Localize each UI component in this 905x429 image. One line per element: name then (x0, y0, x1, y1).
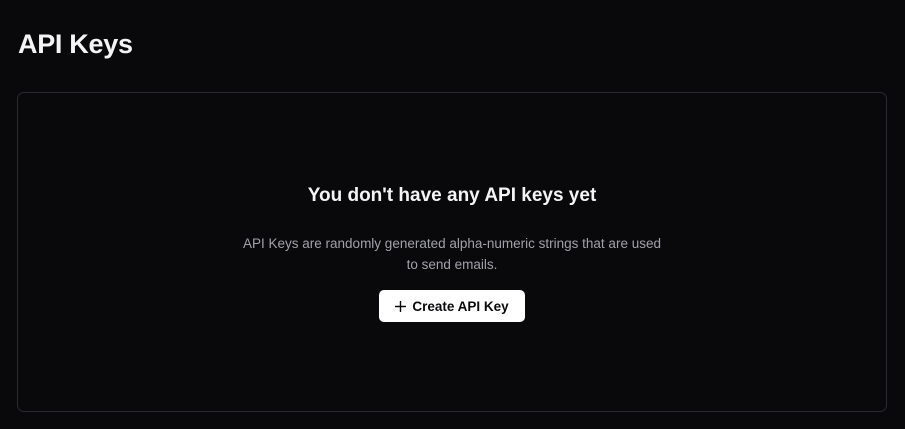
empty-state-description: API Keys are randomly generated alpha-nu… (243, 235, 661, 272)
empty-state-heading: You don't have any API keys yet (307, 185, 597, 206)
page-title: API Keys (18, 29, 133, 59)
create-api-key-label: Create API Key (412, 298, 509, 314)
api-keys-page: API Keys You don't have any API keys yet… (0, 0, 905, 429)
empty-state-card: You don't have any API keys yet API Keys… (17, 92, 887, 412)
plus-icon (395, 300, 407, 312)
create-api-key-button[interactable]: Create API Key (379, 290, 525, 322)
